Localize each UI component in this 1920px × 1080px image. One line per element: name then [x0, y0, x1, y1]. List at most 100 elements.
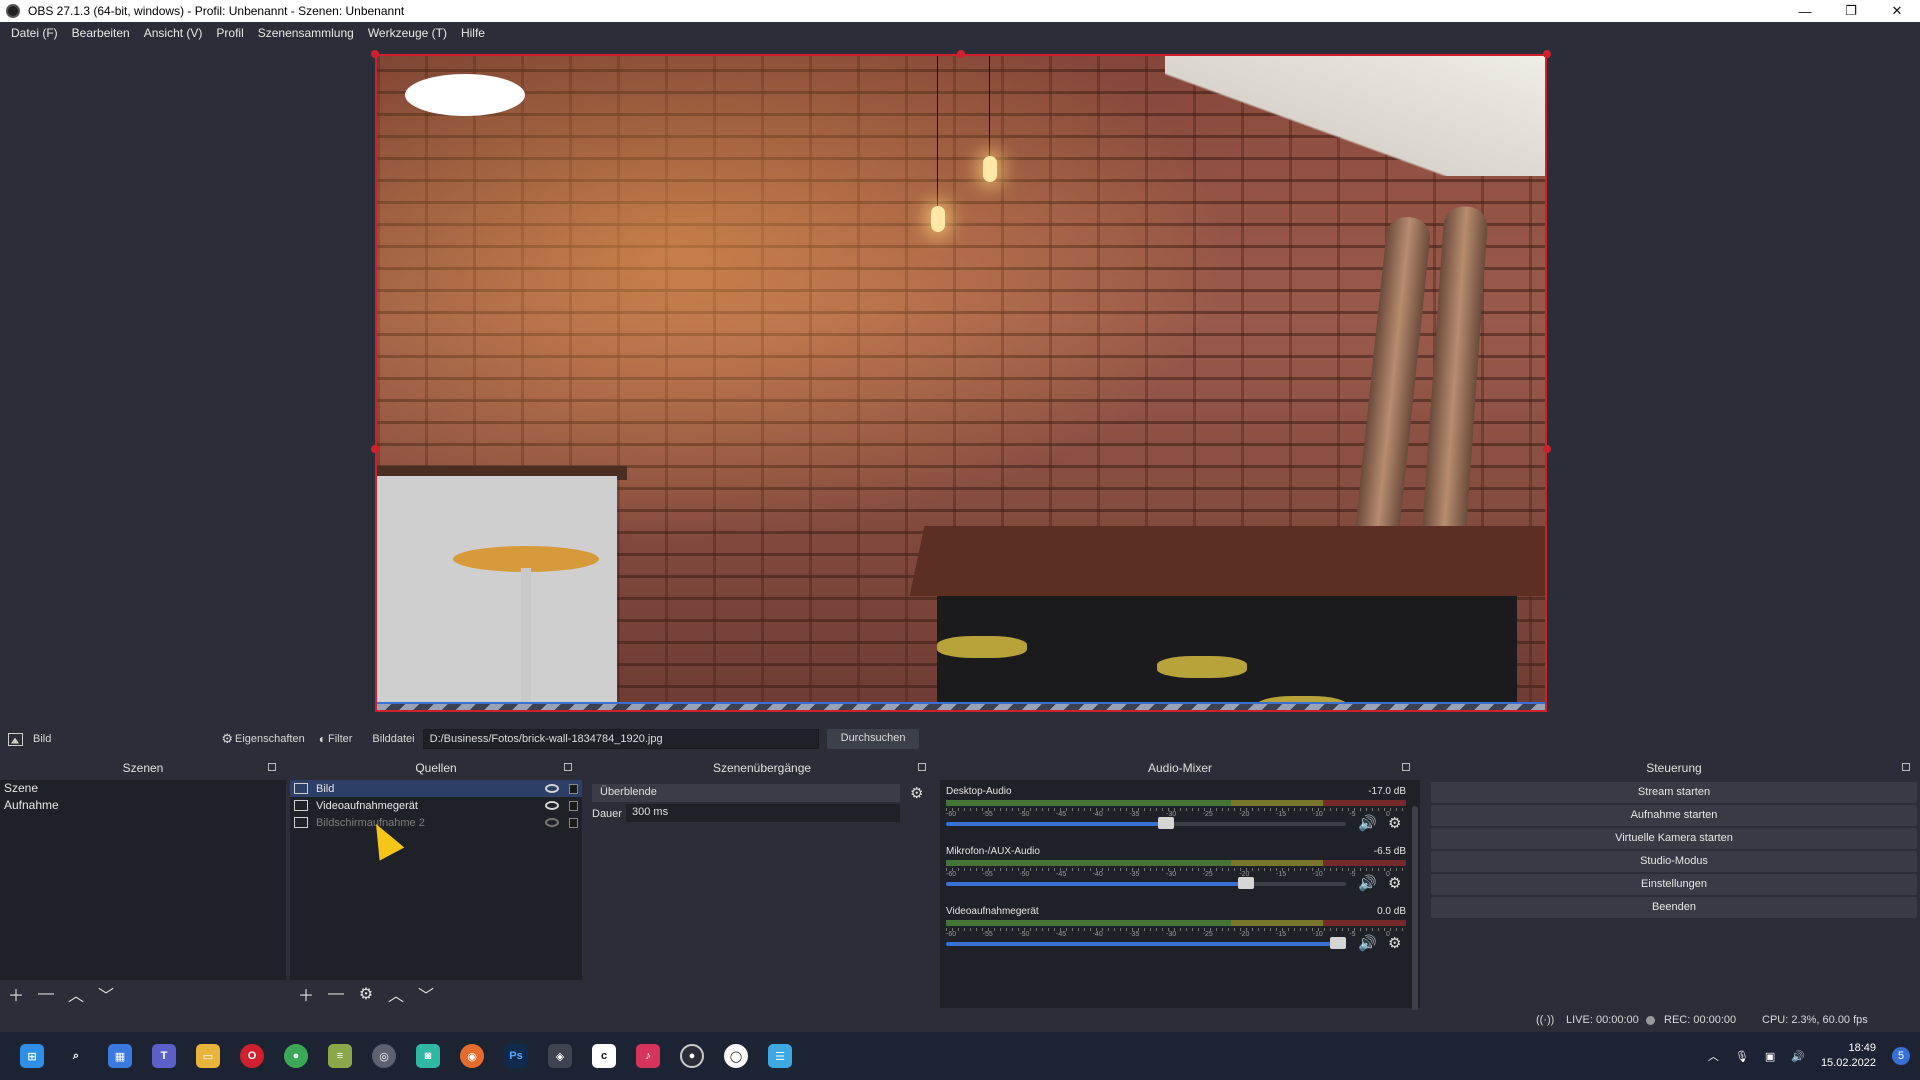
move-down-icon[interactable]: ﹀: [96, 984, 116, 1005]
gear-icon[interactable]: ⚙: [1388, 814, 1401, 832]
meter-tick-label: -10: [1312, 931, 1323, 938]
properties-label: Eigenschaften: [235, 733, 305, 745]
sources-list: Bild Videoaufnahmegerät Bildschirmaufnah…: [290, 780, 582, 980]
resize-handle[interactable]: [371, 445, 379, 453]
notepad-icon[interactable]: ☰: [768, 1044, 792, 1068]
menu-szenensammlung[interactable]: Szenensammlung: [251, 26, 361, 40]
move-up-icon[interactable]: ︿: [386, 984, 406, 1005]
duration-input[interactable]: 300 ms: [626, 804, 900, 822]
search-icon[interactable]: ⌕: [64, 1044, 88, 1068]
menu-werkzeuge[interactable]: Werkzeuge (T): [361, 26, 454, 40]
properties-button[interactable]: ⚙ Eigenschaften: [221, 731, 304, 747]
explorer-icon[interactable]: ▭: [196, 1044, 220, 1068]
browse-button[interactable]: Durchsuchen: [826, 729, 920, 749]
menu-profil[interactable]: Profil: [209, 26, 250, 40]
minimize-button[interactable]: —: [1782, 0, 1828, 22]
menu-hilfe[interactable]: Hilfe: [454, 26, 492, 40]
eye-icon[interactable]: [545, 784, 559, 793]
start-recording-button[interactable]: Aufnahme starten: [1431, 805, 1917, 826]
image-file-path-field[interactable]: D:/Business/Fotos/brick-wall-1834784_192…: [422, 729, 819, 749]
mixer-scrollbar[interactable]: [1412, 806, 1418, 1026]
source-item[interactable]: Videoaufnahmegerät: [290, 797, 582, 814]
widgets-icon[interactable]: ▦: [108, 1044, 132, 1068]
volume-slider[interactable]: [946, 817, 1346, 829]
microphone-icon[interactable]: 🎙: [1735, 1050, 1749, 1063]
eye-hidden-icon[interactable]: [545, 818, 559, 827]
source-item[interactable]: Bild: [290, 780, 582, 797]
scene-item[interactable]: Szene: [0, 780, 286, 797]
camera-icon[interactable]: ◯: [724, 1044, 748, 1068]
preview-canvas[interactable]: [375, 54, 1547, 712]
cricut-icon[interactable]: c: [592, 1044, 616, 1068]
source-item[interactable]: Bildschirmaufnahme 2: [290, 814, 582, 831]
app-icon[interactable]: ◙: [416, 1044, 440, 1068]
source-settings-icon[interactable]: ⚙: [356, 984, 376, 1004]
opera-icon[interactable]: O: [240, 1044, 264, 1068]
undock-icon[interactable]: [564, 763, 572, 771]
resize-handle[interactable]: [957, 50, 965, 58]
menu-ansicht[interactable]: Ansicht (V): [137, 26, 210, 40]
network-icon[interactable]: ▣: [1765, 1050, 1775, 1063]
photoshop-icon[interactable]: Ps: [504, 1044, 528, 1068]
davinci-icon[interactable]: ◈: [548, 1044, 572, 1068]
transitions-dock: Szenenübergänge Überblende ⚙ Dauer 300 m…: [588, 758, 936, 1008]
controls-header: Steuerung: [1428, 758, 1920, 778]
add-source-icon[interactable]: ＋: [296, 984, 316, 1005]
firefox-icon[interactable]: ◉: [460, 1044, 484, 1068]
transitions-title: Szenenübergänge: [712, 761, 812, 775]
remove-source-icon[interactable]: —: [326, 984, 346, 1004]
teams-icon[interactable]: T: [152, 1044, 176, 1068]
obs-icon[interactable]: ●: [680, 1044, 704, 1068]
volume-icon[interactable]: 🔊: [1791, 1050, 1805, 1063]
start-virtual-camera-button[interactable]: Virtuelle Kamera starten: [1431, 828, 1917, 849]
move-up-icon[interactable]: ︿: [66, 984, 86, 1005]
image-source-icon: [8, 732, 23, 746]
move-down-icon[interactable]: ﹀: [416, 984, 436, 1005]
close-button[interactable]: ✕: [1874, 0, 1920, 22]
chrome-icon[interactable]: ●: [284, 1044, 308, 1068]
volume-slider[interactable]: [946, 937, 1346, 949]
undock-icon[interactable]: [1402, 763, 1410, 771]
undock-icon[interactable]: [918, 763, 926, 771]
notification-badge[interactable]: 5: [1892, 1047, 1910, 1065]
speaker-icon[interactable]: 🔊: [1358, 874, 1377, 892]
undock-icon[interactable]: [1902, 763, 1910, 771]
speaker-icon[interactable]: 🔊: [1358, 934, 1377, 952]
chevron-up-icon[interactable]: ︿: [1708, 1048, 1719, 1064]
transition-settings-icon[interactable]: ⚙: [910, 784, 923, 802]
resize-handle[interactable]: [1543, 445, 1551, 453]
steam-icon[interactable]: ◎: [372, 1044, 396, 1068]
resize-handle[interactable]: [371, 50, 379, 58]
settings-button[interactable]: Einstellungen: [1431, 874, 1917, 895]
filter-button[interactable]: ◐ Filter: [319, 732, 353, 746]
undock-icon[interactable]: [268, 763, 276, 771]
speaker-icon[interactable]: 🔊: [1358, 814, 1377, 832]
gear-icon[interactable]: ⚙: [1388, 934, 1401, 952]
clock[interactable]: 18:49 15.02.2022: [1821, 1041, 1876, 1071]
studio-mode-button[interactable]: Studio-Modus: [1431, 851, 1917, 872]
meter-tick-label: -20: [1239, 931, 1250, 938]
music-icon[interactable]: ♪: [636, 1044, 660, 1068]
layers-icon[interactable]: ≡: [328, 1044, 352, 1068]
exit-button[interactable]: Beenden: [1431, 897, 1917, 918]
transition-select[interactable]: Überblende: [592, 784, 900, 802]
controls-dock: Steuerung Stream starten Aufnahme starte…: [1428, 758, 1920, 1008]
lock-icon[interactable]: [569, 800, 578, 811]
resize-handle[interactable]: [1543, 50, 1551, 58]
remove-scene-icon[interactable]: —: [36, 984, 56, 1004]
menu-datei[interactable]: Datei (F): [4, 26, 65, 40]
meter-tick-label: -50: [1019, 931, 1030, 938]
mixer-channel: Desktop-Audio -17.0 dB -60 -55 -50 -45 -40 -3…: [946, 786, 1406, 842]
start-icon[interactable]: ⊞: [20, 1044, 44, 1068]
lock-icon[interactable]: [569, 817, 578, 828]
gear-icon[interactable]: ⚙: [1388, 874, 1401, 892]
maximize-button[interactable]: ❐: [1828, 0, 1874, 22]
volume-slider[interactable]: [946, 877, 1346, 889]
start-stream-button[interactable]: Stream starten: [1431, 782, 1917, 803]
lock-icon[interactable]: [569, 783, 578, 794]
add-scene-icon[interactable]: ＋: [6, 984, 26, 1005]
meter-tick-label: -35: [1129, 931, 1140, 938]
scene-item[interactable]: Aufnahme: [0, 797, 286, 814]
menu-bearbeiten[interactable]: Bearbeiten: [65, 26, 137, 40]
eye-icon[interactable]: [545, 801, 559, 810]
